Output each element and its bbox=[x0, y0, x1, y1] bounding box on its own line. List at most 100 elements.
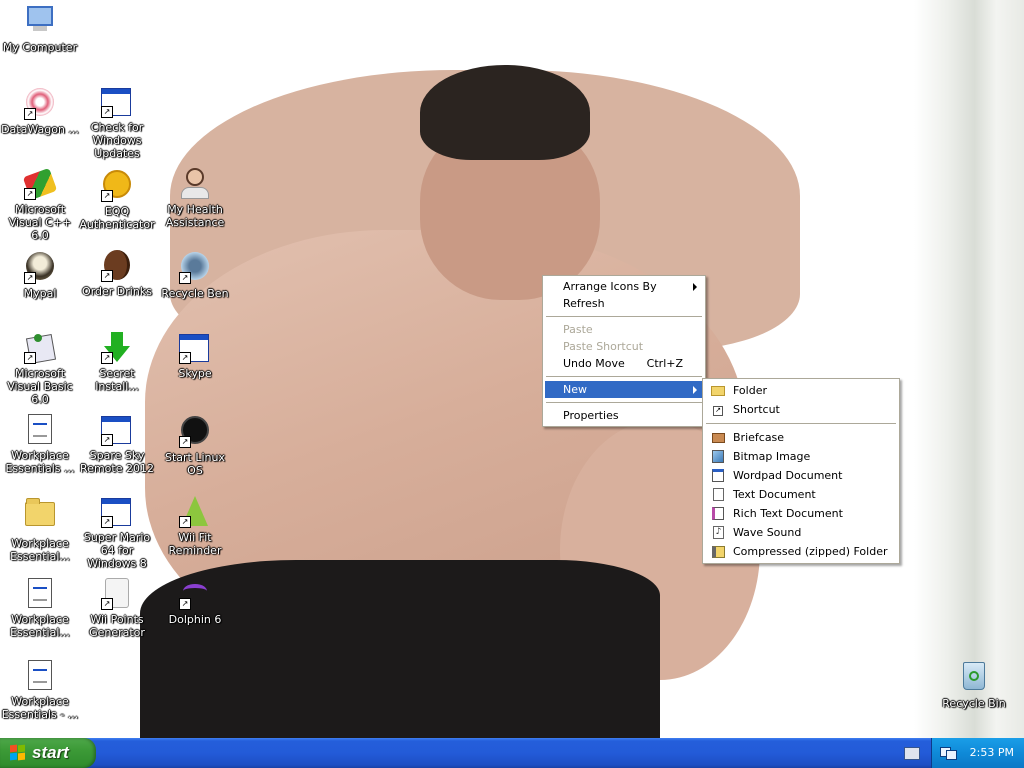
new-item-text-document[interactable]: Text Document bbox=[705, 485, 897, 504]
wii-icon: ↗ bbox=[101, 578, 133, 610]
desktop-icon-start-linux-os[interactable]: ↗ Start Linux OS bbox=[155, 414, 235, 477]
desktop-icon-datawagon[interactable]: ↗ DataWagon ... bbox=[0, 86, 80, 136]
start-button-label: start bbox=[32, 743, 69, 762]
desktop-icon-my-computer[interactable]: My Computer bbox=[0, 4, 80, 54]
menu-item-label: Wave Sound bbox=[733, 526, 802, 539]
wave-sound-icon: ♪ bbox=[711, 525, 726, 540]
desktop-icon-eqq-authenticator[interactable]: ↗ EQQ Authenticator bbox=[77, 168, 157, 231]
desktop-icon-skype[interactable]: ↗ Skype bbox=[155, 332, 235, 380]
shortcut-arrow-icon: ↗ bbox=[24, 108, 36, 120]
desktop-icon-workplace-essentials-4[interactable]: Workplace Essentials - ... bbox=[0, 660, 80, 721]
menu-item-refresh[interactable]: Refresh bbox=[545, 295, 703, 312]
desktop-icon-workplace-essentials-1[interactable]: Workplace Essentials ... bbox=[0, 414, 80, 475]
window-icon: ↗ bbox=[101, 86, 133, 118]
desktop-icon-spare-sky-remote[interactable]: ↗ Spare Sky Remote 2012 bbox=[77, 414, 157, 475]
desktop-icon-mypal[interactable]: ↗ Mypal bbox=[0, 250, 80, 300]
start-button[interactable]: start bbox=[0, 738, 96, 768]
network-icon[interactable] bbox=[940, 745, 957, 760]
menu-item-new[interactable]: New bbox=[545, 381, 703, 398]
icon-label: Microsoft Visual Basic 6.0 bbox=[7, 367, 73, 406]
icon-label: Workplace Essentials - ... bbox=[1, 695, 79, 721]
new-item-bitmap-image[interactable]: Bitmap Image bbox=[705, 447, 897, 466]
wordpad-document-icon bbox=[711, 468, 726, 483]
desktop-icon-order-drinks[interactable]: ↗ Order Drinks bbox=[77, 250, 157, 298]
icon-label: Recycle Ben bbox=[161, 287, 229, 300]
icon-label: Wii Fit Reminder bbox=[168, 531, 222, 557]
coffee-bean-icon: ↗ bbox=[101, 250, 133, 282]
window-icon: ↗ bbox=[101, 414, 133, 446]
document-icon bbox=[24, 578, 56, 610]
icon-label: Spare Sky Remote 2012 bbox=[80, 449, 154, 475]
document-icon bbox=[24, 660, 56, 692]
clock[interactable]: 2:53 PM bbox=[970, 746, 1014, 759]
desktop-icon-super-mario[interactable]: ↗ Super Mario 64 for Windows 8 bbox=[77, 496, 157, 570]
shortcut-arrow-icon: ↗ bbox=[101, 270, 113, 282]
menu-item-label: Properties bbox=[563, 409, 619, 422]
menu-item-label: Paste Shortcut bbox=[563, 340, 644, 353]
desktop-icon-secret-install[interactable]: ↗ Secret Install... bbox=[77, 332, 157, 393]
menu-item-arrange-icons-by[interactable]: Arrange Icons By bbox=[545, 278, 703, 295]
menu-item-label: Briefcase bbox=[733, 431, 785, 444]
icon-label: Secret Install... bbox=[95, 367, 139, 393]
desktop-icon-dolphin-6[interactable]: ↗ Dolphin 6 bbox=[155, 578, 235, 626]
shortcut-arrow-icon: ↗ bbox=[101, 516, 113, 528]
zipped-folder-icon bbox=[711, 544, 726, 559]
desktop-icon-workplace-essentials-2[interactable]: Workplace Essential... bbox=[0, 496, 80, 563]
keyboard-icon[interactable] bbox=[904, 747, 920, 760]
menu-item-shortcut: Ctrl+Z bbox=[646, 357, 683, 370]
desktop-icon-recycle-bin[interactable]: Recycle Bin bbox=[934, 660, 1014, 710]
window-icon: ↗ bbox=[179, 332, 211, 364]
new-item-compressed-folder[interactable]: Compressed (zipped) Folder bbox=[705, 542, 897, 561]
visual-cpp-icon: ↗ bbox=[22, 167, 58, 201]
desktop-icon-my-health-assistance[interactable]: My Health Assistance bbox=[155, 168, 235, 229]
wallpaper-background bbox=[914, 0, 1024, 738]
taskbar: start 2:53 PM bbox=[0, 738, 1024, 768]
computer-icon bbox=[24, 6, 56, 38]
new-item-wave-sound[interactable]: ♪ Wave Sound bbox=[705, 523, 897, 542]
shortcut-arrow-icon: ↗ bbox=[24, 272, 36, 284]
new-submenu: Folder ↗ Shortcut Briefcase Bitmap Image… bbox=[702, 378, 900, 564]
new-item-shortcut[interactable]: ↗ Shortcut bbox=[705, 400, 897, 419]
recycle-ben-icon: ↗ bbox=[179, 252, 211, 284]
desktop-icon-workplace-essentials-3[interactable]: Workplace Essential... bbox=[0, 578, 80, 639]
menu-item-label: Text Document bbox=[733, 488, 816, 501]
icon-label: Recycle Bin bbox=[942, 697, 1006, 710]
icon-label: My Health Assistance bbox=[165, 203, 225, 229]
menu-item-label: Undo Move bbox=[563, 357, 625, 370]
new-item-briefcase[interactable]: Briefcase bbox=[705, 428, 897, 447]
menu-separator bbox=[546, 316, 702, 317]
submenu-arrow-icon bbox=[693, 386, 697, 394]
desktop-icon-recycle-ben[interactable]: ↗ Recycle Ben bbox=[155, 250, 235, 300]
icon-label: Dolphin 6 bbox=[168, 613, 222, 626]
menu-item-label: Shortcut bbox=[733, 403, 780, 416]
icon-label: Workplace Essential... bbox=[10, 537, 70, 563]
new-item-folder[interactable]: Folder bbox=[705, 381, 897, 400]
desktop-icon-wii-fit-reminder[interactable]: ↗ Wii Fit Reminder bbox=[155, 496, 235, 557]
menu-item-label: Folder bbox=[733, 384, 767, 397]
new-item-rich-text-document[interactable]: Rich Text Document bbox=[705, 504, 897, 523]
briefcase-icon bbox=[711, 430, 726, 445]
datawagon-icon: ↗ bbox=[24, 88, 56, 120]
text-document-icon bbox=[711, 487, 726, 502]
shortcut-arrow-icon: ↗ bbox=[179, 272, 191, 284]
icon-label: Wii Points Generator bbox=[89, 613, 145, 639]
new-item-wordpad-document[interactable]: Wordpad Document bbox=[705, 466, 897, 485]
menu-item-paste-shortcut: Paste Shortcut bbox=[545, 338, 703, 355]
desktop-icon-wii-points-generator[interactable]: ↗ Wii Points Generator bbox=[77, 578, 157, 639]
wallpaper-figure-hair bbox=[420, 65, 590, 160]
menu-item-paste: Paste bbox=[545, 321, 703, 338]
menu-item-properties[interactable]: Properties bbox=[545, 407, 703, 424]
shortcut-arrow-icon: ↗ bbox=[179, 352, 191, 364]
folder-icon bbox=[24, 498, 56, 534]
desktop-context-menu: Arrange Icons By Refresh Paste Paste Sho… bbox=[542, 275, 706, 427]
menu-item-label: Wordpad Document bbox=[733, 469, 843, 482]
menu-separator bbox=[706, 423, 896, 424]
menu-item-label: Paste bbox=[563, 323, 593, 336]
menu-item-undo-move[interactable]: Undo Move Ctrl+Z bbox=[545, 355, 703, 372]
menu-separator bbox=[546, 376, 702, 377]
bitmap-image-icon bbox=[711, 449, 726, 464]
desktop-icon-ms-visual-cpp[interactable]: ↗ Microsoft Visual C++ 6.0 bbox=[0, 167, 80, 242]
desktop-icon-ms-visual-basic[interactable]: ↗ Microsoft Visual Basic 6.0 bbox=[0, 332, 80, 406]
desktop[interactable]: My Computer ↗ DataWagon ... ↗ Microsoft … bbox=[0, 0, 1024, 738]
desktop-icon-check-for-updates[interactable]: ↗ Check for Windows Updates bbox=[77, 86, 157, 160]
